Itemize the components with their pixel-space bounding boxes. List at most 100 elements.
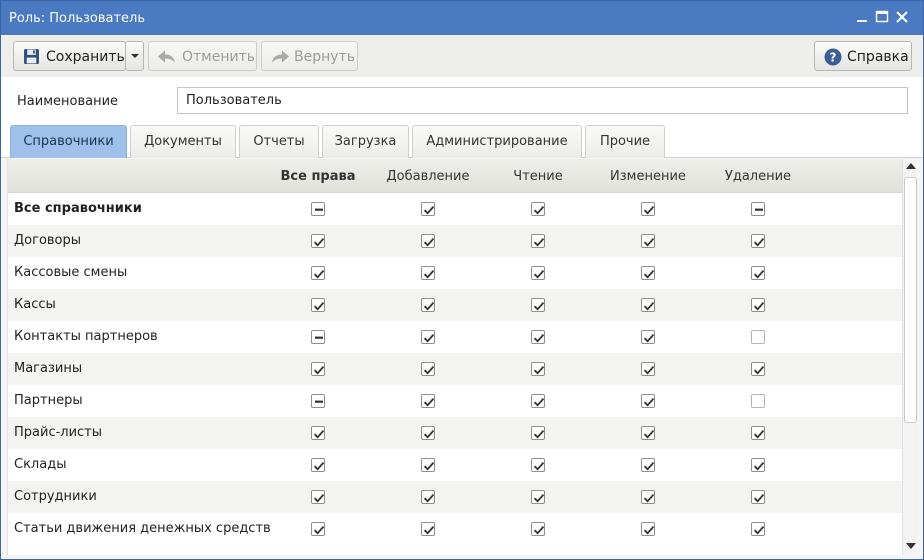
help-button[interactable]: ? Справка <box>814 41 912 71</box>
checkbox-all-rights[interactable] <box>311 298 325 312</box>
checkbox-edit[interactable] <box>641 234 655 248</box>
checkbox-read[interactable] <box>531 490 545 504</box>
checkbox-all-rights[interactable] <box>311 330 325 344</box>
checkbox-add[interactable] <box>421 234 435 248</box>
tab-other[interactable]: Прочие <box>585 125 665 158</box>
checkbox-all-rights[interactable] <box>311 234 325 248</box>
scroll-thumb[interactable] <box>904 177 917 423</box>
checkbox-delete[interactable] <box>751 266 765 280</box>
save-dropdown-button[interactable] <box>125 41 144 71</box>
name-row: Наименование <box>1 77 923 125</box>
checkbox-add[interactable] <box>421 202 435 216</box>
tab-references[interactable]: Справочники <box>10 125 127 158</box>
save-button-label: Сохранить <box>46 49 125 65</box>
checkbox-edit[interactable] <box>641 426 655 440</box>
row-name: Сотрудники <box>14 489 97 504</box>
checkbox-delete[interactable] <box>751 394 765 408</box>
checkbox-all-rights[interactable] <box>311 266 325 280</box>
checkbox-add[interactable] <box>421 522 435 536</box>
name-label: Наименование <box>17 94 119 109</box>
checkbox-read[interactable] <box>531 330 545 344</box>
checkbox-add[interactable] <box>421 394 435 408</box>
tab-import[interactable]: Загрузка <box>322 125 409 158</box>
checkbox-delete[interactable] <box>751 330 765 344</box>
name-input[interactable] <box>177 87 908 114</box>
scroll-down-icon[interactable] <box>906 543 916 549</box>
table-row: Сотрудники <box>8 481 902 513</box>
column-header-add[interactable]: Добавление <box>373 169 483 184</box>
checkbox-all-rights[interactable] <box>311 202 325 216</box>
close-icon[interactable] <box>894 9 910 25</box>
table-row: Склады <box>8 449 902 481</box>
row-name: Магазины <box>14 361 83 376</box>
checkbox-delete[interactable] <box>751 458 765 472</box>
checkbox-edit[interactable] <box>641 202 655 216</box>
minimize-icon[interactable] <box>854 9 870 25</box>
column-header-all-rights[interactable]: Все права <box>263 169 373 184</box>
checkbox-add[interactable] <box>421 490 435 504</box>
help-button-label: Справка <box>847 49 909 65</box>
scroll-up-icon[interactable] <box>906 163 916 169</box>
checkbox-read[interactable] <box>531 298 545 312</box>
checkbox-delete[interactable] <box>751 298 765 312</box>
tab-reports[interactable]: Отчеты <box>239 125 319 158</box>
checkbox-delete[interactable] <box>751 522 765 536</box>
maximize-icon[interactable] <box>874 9 890 25</box>
redo-arrow-icon <box>272 50 289 63</box>
grid-header: Все права Добавление Чтение Изменение Уд… <box>8 159 902 193</box>
checkbox-all-rights[interactable] <box>311 490 325 504</box>
checkbox-edit[interactable] <box>641 330 655 344</box>
floppy-disk-icon <box>24 49 39 64</box>
checkbox-read[interactable] <box>531 266 545 280</box>
table-row: Договоры <box>8 225 902 257</box>
checkbox-all-rights[interactable] <box>311 426 325 440</box>
checkbox-all-rights[interactable] <box>311 362 325 376</box>
checkbox-add[interactable] <box>421 330 435 344</box>
checkbox-read[interactable] <box>531 522 545 536</box>
checkbox-read[interactable] <box>531 426 545 440</box>
checkbox-delete[interactable] <box>751 362 765 376</box>
question-circle-icon: ? <box>824 48 842 66</box>
checkbox-read[interactable] <box>531 394 545 408</box>
checkbox-read[interactable] <box>531 458 545 472</box>
checkbox-add[interactable] <box>421 298 435 312</box>
checkbox-edit[interactable] <box>641 522 655 536</box>
checkbox-delete[interactable] <box>751 490 765 504</box>
table-row: Партнеры <box>8 385 902 417</box>
checkbox-all-rights[interactable] <box>311 522 325 536</box>
checkbox-edit[interactable] <box>641 490 655 504</box>
row-name: Партнеры <box>14 393 83 408</box>
checkbox-read[interactable] <box>531 234 545 248</box>
column-header-delete[interactable]: Удаление <box>703 169 813 184</box>
table-row: Контакты партнеров <box>8 321 902 353</box>
checkbox-read[interactable] <box>531 362 545 376</box>
checkbox-read[interactable] <box>531 202 545 216</box>
table-row: Статьи движения денежных средств <box>8 513 902 545</box>
checkbox-edit[interactable] <box>641 298 655 312</box>
row-name: Контакты партнеров <box>14 329 158 344</box>
tab-documents[interactable]: Документы <box>130 125 236 158</box>
checkbox-add[interactable] <box>421 362 435 376</box>
checkbox-add[interactable] <box>421 266 435 280</box>
checkbox-add[interactable] <box>421 458 435 472</box>
table-row: Кассы <box>8 289 902 321</box>
vertical-scrollbar[interactable] <box>902 159 917 555</box>
undo-button[interactable]: Отменить <box>148 41 257 71</box>
checkbox-all-rights[interactable] <box>311 394 325 408</box>
checkbox-add[interactable] <box>421 426 435 440</box>
checkbox-delete[interactable] <box>751 234 765 248</box>
checkbox-delete[interactable] <box>751 426 765 440</box>
column-header-read[interactable]: Чтение <box>483 169 593 184</box>
undo-arrow-icon <box>158 50 175 63</box>
window-title: Роль: Пользователь <box>9 11 146 26</box>
checkbox-delete[interactable] <box>751 202 765 216</box>
checkbox-edit[interactable] <box>641 362 655 376</box>
tab-administration[interactable]: Администрирование <box>412 125 582 158</box>
checkbox-edit[interactable] <box>641 266 655 280</box>
checkbox-edit[interactable] <box>641 394 655 408</box>
redo-button[interactable]: Вернуть <box>261 41 358 71</box>
column-header-edit[interactable]: Изменение <box>593 169 703 184</box>
checkbox-all-rights[interactable] <box>311 458 325 472</box>
save-button[interactable]: Сохранить <box>13 41 126 71</box>
checkbox-edit[interactable] <box>641 458 655 472</box>
